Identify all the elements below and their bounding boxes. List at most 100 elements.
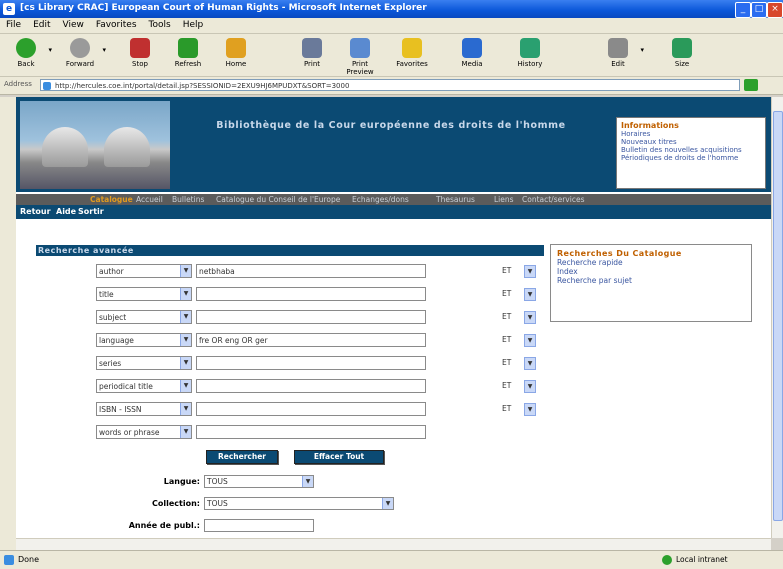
nav-thesaurus[interactable]: Thesaurus	[436, 195, 475, 204]
menu-edit[interactable]: Edit	[27, 18, 56, 32]
maximize-button[interactable]: □	[751, 2, 767, 18]
menu-favorites[interactable]: Favorites	[90, 18, 143, 32]
stop-icon	[130, 38, 150, 58]
library-title: Bibliothèque de la Cour européenne des d…	[216, 120, 566, 131]
nav-home[interactable]: Accueil	[136, 195, 163, 204]
operator-select[interactable]: ET ▼	[502, 356, 538, 370]
nav-contact[interactable]: Contact/services	[522, 195, 584, 204]
search-term-input[interactable]: netbhaba	[196, 264, 426, 278]
refresh-button[interactable]: Refresh	[166, 36, 210, 68]
back-link[interactable]: Retour	[20, 207, 51, 216]
menu-file[interactable]: File	[0, 18, 27, 32]
search-term-input[interactable]	[196, 310, 426, 324]
search-term-input[interactable]	[196, 402, 426, 416]
stop-button[interactable]: Stop	[118, 36, 162, 68]
size-icon	[672, 38, 692, 58]
address-label: Address	[4, 80, 32, 88]
field-select[interactable]: periodical title ▼	[96, 379, 192, 393]
chevron-down-icon: ▼	[180, 403, 191, 415]
field-select[interactable]: subject ▼	[96, 310, 192, 324]
operator-select[interactable]: ET ▼	[502, 402, 538, 416]
nav-coe-catalogue[interactable]: Catalogue du Conseil de l'Europe	[216, 195, 340, 204]
search-term-input[interactable]	[196, 425, 426, 439]
menu-help[interactable]: Help	[177, 18, 210, 32]
forward-icon	[70, 38, 90, 58]
menu-tools[interactable]: Tools	[143, 18, 177, 32]
window-title: [cs Library CRAC] European Court of Huma…	[20, 3, 427, 13]
help-link[interactable]: Aide	[56, 207, 76, 216]
status-text: Done	[18, 555, 40, 564]
banner: Bibliothèque de la Cour européenne des d…	[16, 97, 771, 192]
nav-bulletins[interactable]: Bulletins	[172, 195, 204, 204]
subject-search-link[interactable]: Recherche par sujet	[557, 276, 745, 285]
chevron-down-icon: ▼	[524, 334, 536, 347]
minimize-button[interactable]: _	[735, 2, 751, 18]
search-button[interactable]: Rechercher	[206, 450, 278, 464]
field-select[interactable]: series ▼	[96, 356, 192, 370]
search-term-input[interactable]	[196, 287, 426, 301]
operator-select[interactable]: ET ▼	[502, 264, 538, 278]
chevron-down-icon: ▼	[180, 288, 191, 300]
nav-exchanges[interactable]: Echanges/dons	[352, 195, 409, 204]
chevron-down-icon: ▼	[524, 357, 536, 370]
language-select[interactable]: TOUS ▼	[204, 475, 314, 488]
chevron-down-icon: ▼	[382, 498, 393, 509]
size-button[interactable]: Size	[660, 36, 704, 68]
scroll-thumb[interactable]	[773, 111, 783, 521]
operator-select[interactable]: ET ▼	[502, 287, 538, 301]
menu-view[interactable]: View	[57, 18, 90, 32]
print-preview-button[interactable]: Print Preview	[338, 36, 382, 76]
home-button[interactable]: Home	[214, 36, 258, 68]
history-icon	[520, 38, 540, 58]
index-link[interactable]: Index	[557, 267, 745, 276]
chevron-down-icon: ▼	[524, 311, 536, 324]
print-button[interactable]: Print	[290, 36, 334, 68]
media-button[interactable]: Media	[450, 36, 494, 68]
year-label: Année de publ.:	[128, 521, 200, 530]
search-term-input[interactable]	[196, 356, 426, 370]
field-select[interactable]: language ▼	[96, 333, 192, 347]
close-button[interactable]: ×	[767, 2, 783, 18]
zone-text: Local intranet	[676, 555, 728, 564]
year-input[interactable]	[204, 519, 314, 532]
page-icon	[4, 555, 14, 565]
chevron-down-icon: ▼	[524, 288, 536, 301]
clear-all-button[interactable]: Effacer Tout	[294, 450, 384, 464]
search-term-input[interactable]: fre OR eng OR ger	[196, 333, 426, 347]
building-tower-left	[42, 127, 88, 167]
operator-select[interactable]: ET ▼	[502, 379, 538, 393]
info-link-periodicals[interactable]: Périodiques de droits de l'homme	[621, 154, 761, 162]
edit-button[interactable]: Edit ▾	[596, 36, 644, 68]
info-link-new-titles[interactable]: Nouveaux titres	[621, 138, 761, 146]
back-button[interactable]: Back ▾	[4, 36, 52, 68]
field-select[interactable]: title ▼	[96, 287, 192, 301]
favorites-icon	[402, 38, 422, 58]
info-link-bulletin[interactable]: Bulletin des nouvelles acquisitions	[621, 146, 761, 154]
chevron-down-icon: ▼	[180, 357, 191, 369]
history-button[interactable]: History	[508, 36, 552, 68]
court-building-photo	[20, 101, 170, 189]
page-left-margin	[0, 97, 16, 550]
intranet-zone-icon	[662, 555, 672, 565]
collection-select[interactable]: TOUS ▼	[204, 497, 394, 510]
go-button[interactable]	[744, 79, 758, 91]
exit-link[interactable]: Sortir	[78, 207, 104, 216]
favorites-button[interactable]: Favorites	[390, 36, 434, 68]
field-select[interactable]: author ▼	[96, 264, 192, 278]
nav-links[interactable]: Liens	[494, 195, 514, 204]
search-term-input[interactable]	[196, 379, 426, 393]
forward-button[interactable]: Forward ▾	[58, 36, 106, 68]
field-select[interactable]: ISBN - ISSN ▼	[96, 402, 192, 416]
chevron-down-icon: ▼	[302, 476, 313, 487]
quick-search-link[interactable]: Recherche rapide	[557, 258, 745, 267]
title-bar: e [cs Library CRAC] European Court of Hu…	[0, 0, 783, 18]
operator-select[interactable]: ET ▼	[502, 310, 538, 324]
operator-select[interactable]: ET ▼	[502, 333, 538, 347]
chevron-down-icon: ▼	[180, 380, 191, 392]
field-select[interactable]: words or phrase ▼	[96, 425, 192, 439]
vertical-scrollbar[interactable]	[771, 97, 783, 538]
info-link-hours[interactable]: Horaires	[621, 130, 761, 138]
toolbar: Back ▾ Forward ▾ Stop Refresh Home Print P…	[0, 34, 783, 77]
nav-catalogue[interactable]: Catalogue	[90, 195, 133, 204]
address-input[interactable]: http://hercules.coe.int/portal/detail.js…	[40, 79, 740, 91]
